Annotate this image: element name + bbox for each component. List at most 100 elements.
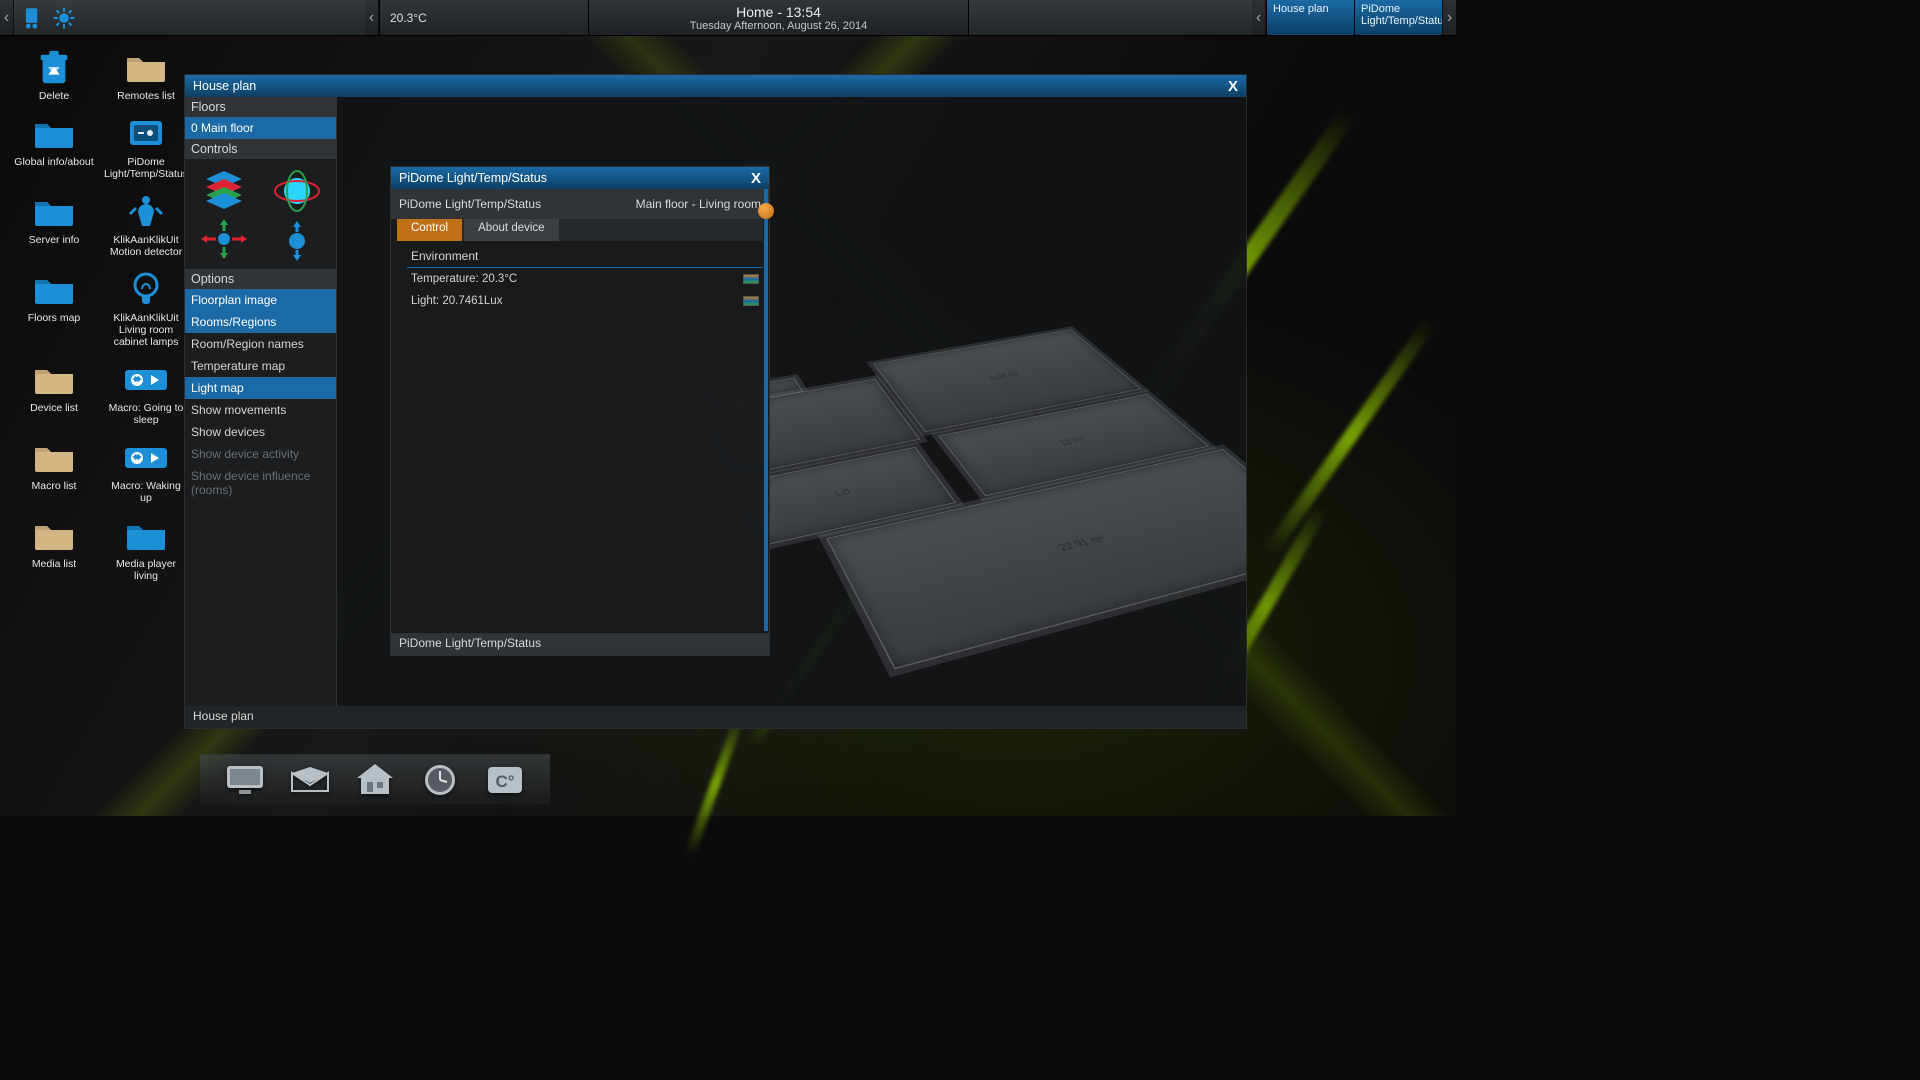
section-options-header: Options: [185, 269, 336, 289]
controls-3d: [185, 159, 336, 269]
pan-icon[interactable]: [199, 219, 249, 259]
tab-about-device[interactable]: About device: [464, 219, 559, 241]
group-environment: Environment: [407, 247, 763, 268]
option-rooms-regions[interactable]: Rooms/Regions: [185, 311, 336, 333]
icon-label: Media player living: [106, 558, 186, 582]
desktop-macro-sleep[interactable]: Macro: Going to sleep: [106, 360, 186, 432]
dock-mail[interactable]: [289, 761, 332, 799]
topbar-clock: Home - 13:54 Tuesday Afternoon, August 2…: [589, 0, 969, 35]
home-icon: [355, 762, 395, 798]
gradient-swatch-icon[interactable]: [743, 296, 759, 306]
desktop-device-list[interactable]: Device list: [14, 360, 94, 432]
option-room-names[interactable]: Room/Region names: [185, 333, 336, 355]
icon-label: Macro: Going to sleep: [106, 402, 186, 426]
folder-icon: [31, 440, 77, 476]
tabs-next-button[interactable]: ›: [1442, 0, 1456, 35]
bulb-icon: [123, 272, 169, 308]
dock-home[interactable]: [354, 761, 397, 799]
envelope-icon: [290, 765, 330, 795]
macro-icon: [123, 440, 169, 476]
option-show-influence: Show device influence (rooms): [185, 465, 336, 501]
option-temperature-map[interactable]: Temperature map: [185, 355, 336, 377]
folder-blue-icon: [123, 518, 169, 554]
motion-icon: [123, 194, 169, 230]
dialog-titlebar[interactable]: PiDome Light/Temp/Status X: [391, 167, 769, 189]
monitor-icon: [225, 764, 265, 796]
option-show-movements[interactable]: Show movements: [185, 399, 336, 421]
floor-row-main[interactable]: 0 Main floor: [185, 117, 336, 139]
option-floorplan-image[interactable]: Floorplan image: [185, 289, 336, 311]
desktop-media-player[interactable]: Media player living: [106, 516, 186, 588]
topbar-clock-subtitle: Tuesday Afternoon, August 26, 2014: [690, 20, 868, 32]
window-title: House plan: [193, 79, 256, 93]
window-statusbar: House plan: [185, 706, 1246, 728]
desktop-remotes-list[interactable]: Remotes list: [106, 48, 186, 108]
layers-icon[interactable]: [202, 169, 246, 209]
tabs-prev-button[interactable]: ‹: [1252, 0, 1266, 35]
clock-icon: [422, 762, 458, 798]
temp-prev-button[interactable]: ‹: [365, 0, 379, 35]
zoom-icon[interactable]: [277, 221, 317, 261]
dock-dashboard[interactable]: [224, 761, 267, 799]
icon-label: Device list: [30, 402, 78, 414]
window-tab-pidome[interactable]: PiDome Light/Temp/Status: [1354, 0, 1442, 35]
desktop-floors-map[interactable]: Floors map: [14, 270, 94, 354]
device-icon: [123, 116, 169, 152]
desktop-global-info[interactable]: Global info/about: [14, 114, 94, 186]
section-controls-header: Controls: [185, 139, 336, 159]
close-button[interactable]: X: [743, 167, 769, 189]
dialog-pidome-device: PiDome Light/Temp/Status X PiDome Light/…: [390, 166, 770, 656]
row-label: Light: 20.7461Lux: [411, 295, 502, 307]
icon-label: Delete: [39, 90, 69, 102]
trash-icon: [31, 50, 77, 86]
desktop-cabinet-lamps[interactable]: KlikAanKlikUit Living room cabinet lamps: [106, 270, 186, 354]
close-button[interactable]: X: [1220, 75, 1246, 97]
desktop-media-list[interactable]: Media list: [14, 516, 94, 588]
dialog-scrollbar[interactable]: [764, 189, 768, 631]
bottom-dock: C°: [200, 754, 550, 804]
dialog-tabs: Control About device: [397, 219, 763, 241]
folder-icon: [123, 50, 169, 86]
folder-icon: [31, 362, 77, 398]
row-label: Temperature: 20.3°C: [411, 273, 517, 285]
option-show-activity: Show device activity: [185, 443, 336, 465]
option-show-devices[interactable]: Show devices: [185, 421, 336, 443]
gradient-swatch-icon[interactable]: [743, 274, 759, 284]
dock-clock[interactable]: [418, 761, 461, 799]
desktop-pidome-light[interactable]: PiDome Light/Temp/Status: [106, 114, 186, 186]
houseplan-sidebar: Floors 0 Main floor Controls Options Flo…: [185, 97, 337, 706]
option-light-map[interactable]: Light map: [185, 377, 336, 399]
icon-label: Macro list: [32, 480, 77, 492]
scrollbar-thumb[interactable]: [758, 203, 774, 219]
icon-label: Macro: Waking up: [106, 480, 186, 504]
tab-control[interactable]: Control: [397, 219, 462, 241]
section-floors-header: Floors: [185, 97, 336, 117]
svg-text:C°: C°: [495, 772, 514, 791]
row-temperature: Temperature: 20.3°C: [397, 268, 763, 290]
icon-label: Global info/about: [14, 156, 93, 168]
icon-label: KlikAanKlikUit Motion detector: [106, 234, 186, 258]
icon-label: PiDome Light/Temp/Status: [104, 156, 188, 180]
dialog-title: PiDome Light/Temp/Status: [399, 171, 547, 185]
topbar-temperature[interactable]: 20.3°C: [379, 0, 589, 35]
desktop-server-info[interactable]: Server info: [14, 192, 94, 264]
desktop-delete[interactable]: Delete: [14, 48, 94, 108]
icon-label: KlikAanKlikUit Living room cabinet lamps: [106, 312, 186, 348]
icon-label: Server info: [29, 234, 80, 246]
brand-logo[interactable]: [14, 0, 82, 35]
dialog-subheader: PiDome Light/Temp/Status Main floor - Li…: [391, 189, 769, 219]
desktop-macro-list[interactable]: Macro list: [14, 438, 94, 510]
topbar-back-button[interactable]: ‹: [0, 0, 14, 35]
macro-icon: [123, 362, 169, 398]
orbit-icon[interactable]: [272, 168, 322, 214]
dock-temperature[interactable]: C°: [483, 761, 526, 799]
dialog-body: Environment Temperature: 20.3°C Light: 2…: [391, 247, 769, 312]
icon-label: Media list: [32, 558, 76, 570]
topbar-window-tabs: House plan PiDome Light/Temp/Status: [1266, 0, 1442, 35]
folder-blue-icon: [31, 116, 77, 152]
desktop-macro-wake[interactable]: Macro: Waking up: [106, 438, 186, 510]
topbar-clock-title: Home - 13:54: [736, 4, 821, 20]
window-tab-houseplan[interactable]: House plan: [1266, 0, 1354, 35]
desktop-motion-detector[interactable]: KlikAanKlikUit Motion detector: [106, 192, 186, 264]
window-titlebar[interactable]: House plan X: [185, 75, 1246, 97]
